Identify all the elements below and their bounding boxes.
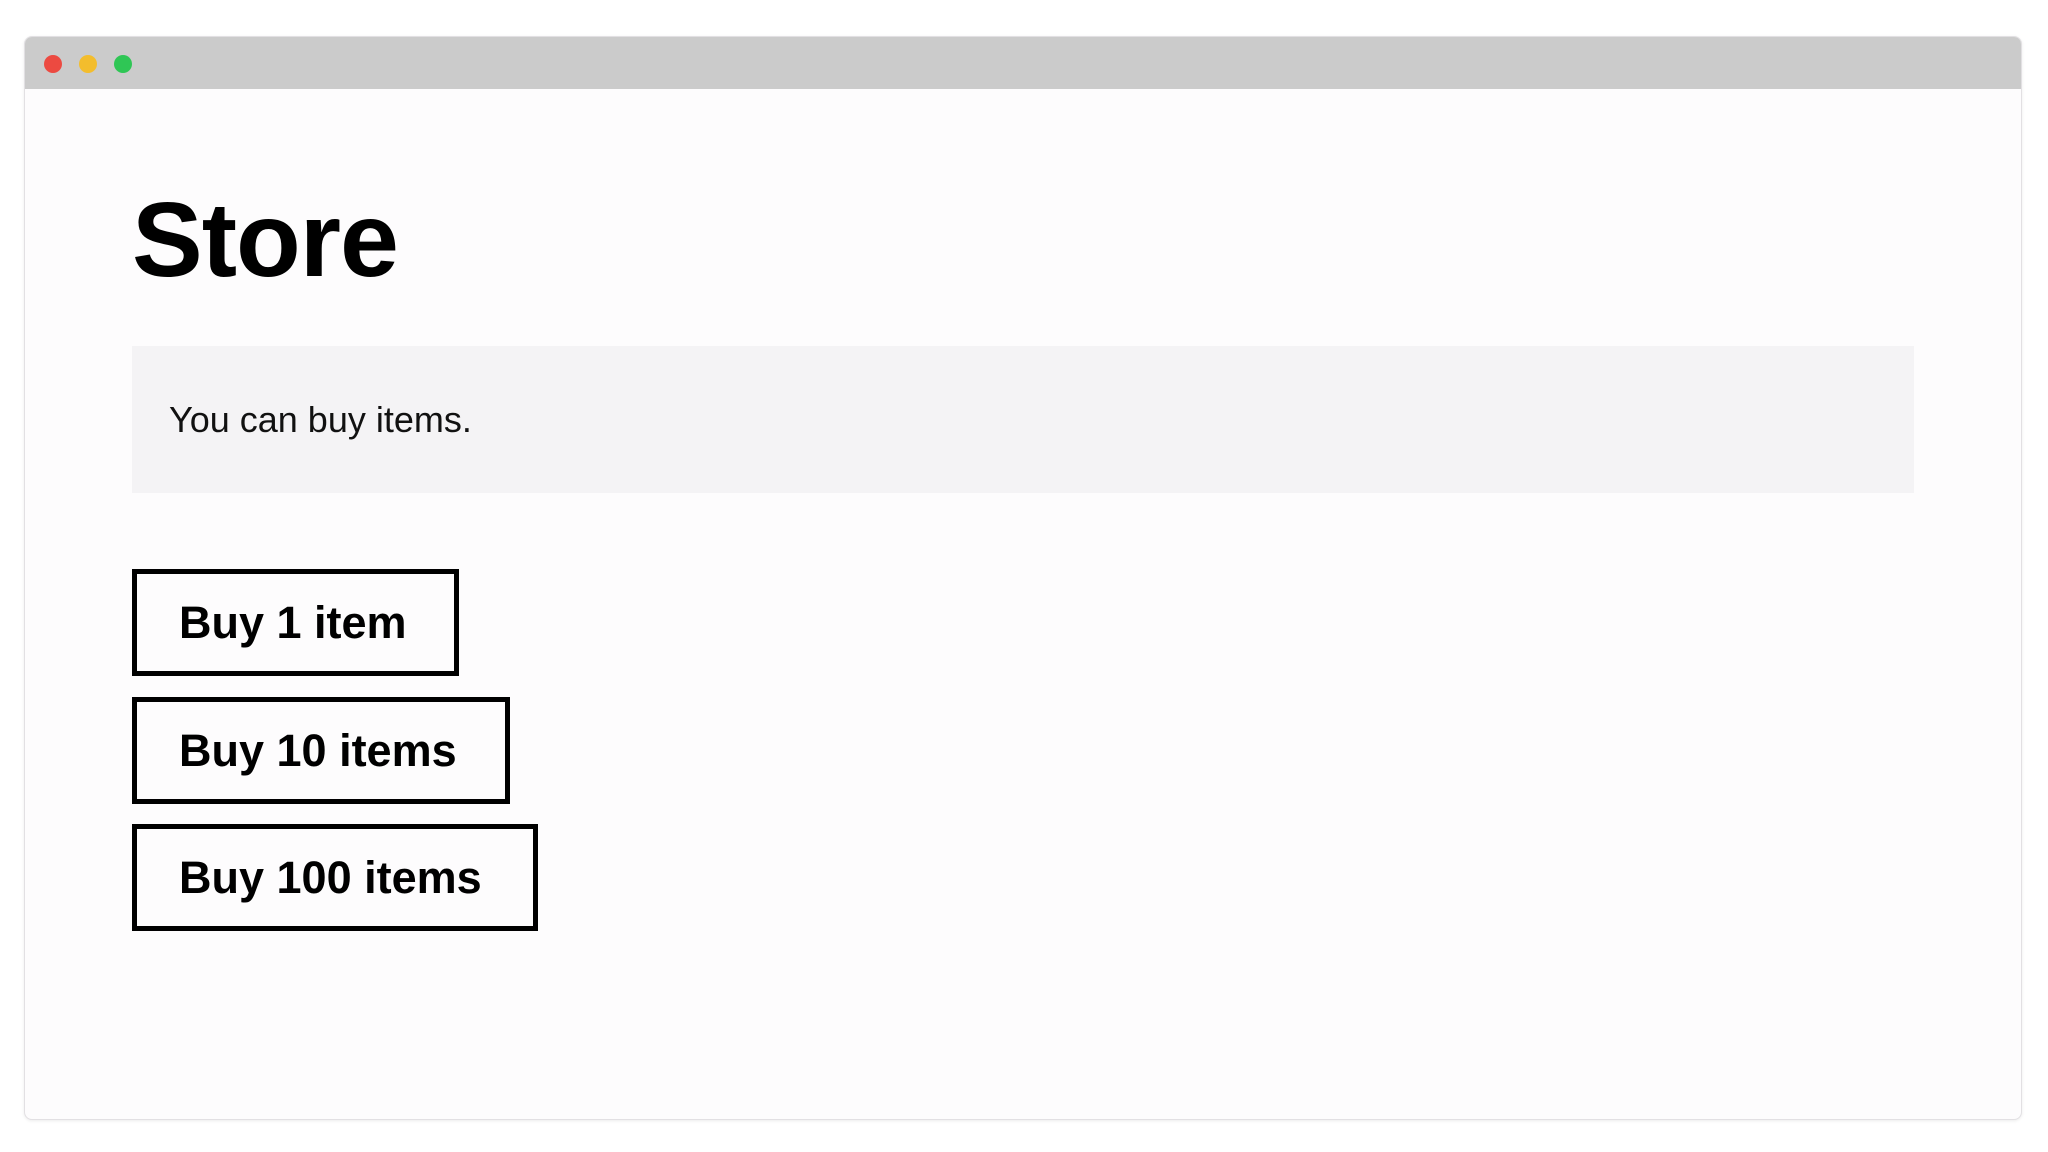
- browser-window: Store You can buy items. Buy 1 item Buy …: [24, 36, 2022, 1120]
- page-content: Store You can buy items. Buy 1 item Buy …: [132, 89, 2021, 1119]
- buy-1-item-button[interactable]: Buy 1 item: [132, 569, 459, 676]
- buy-100-items-button[interactable]: Buy 100 items: [132, 824, 538, 931]
- window-titlebar: [25, 37, 2021, 89]
- notice-box: You can buy items.: [132, 346, 1914, 493]
- buy-10-items-button[interactable]: Buy 10 items: [132, 697, 510, 804]
- close-window-icon[interactable]: [44, 55, 62, 73]
- minimize-window-icon[interactable]: [79, 55, 97, 73]
- zoom-window-icon[interactable]: [114, 55, 132, 73]
- page-title: Store: [132, 181, 399, 299]
- notice-text: You can buy items.: [169, 399, 472, 440]
